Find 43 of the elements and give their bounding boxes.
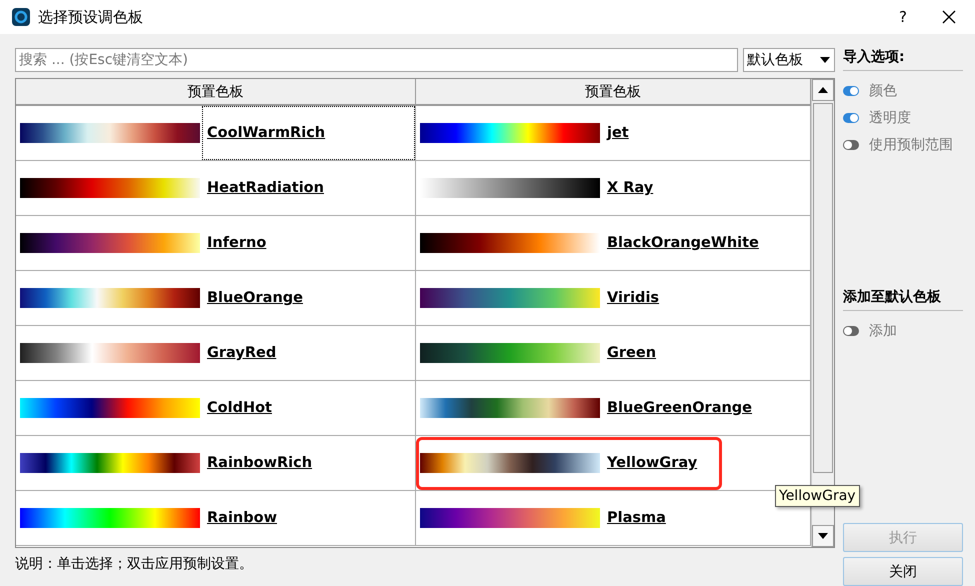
scroll-up-button[interactable] <box>812 79 834 101</box>
toggle-switch[interactable] <box>843 86 859 96</box>
palette-name[interactable]: Rainbow <box>202 491 282 545</box>
up-arrow-icon <box>818 87 828 93</box>
palette-name[interactable]: X Ray <box>602 161 658 215</box>
tooltip: YellowGray <box>775 485 860 507</box>
column-header[interactable]: 预置色板 <box>416 79 811 106</box>
toggle-switch[interactable] <box>843 140 859 150</box>
toggle-switch[interactable] <box>843 112 859 122</box>
help-button[interactable]: ? <box>883 8 923 26</box>
palette-name[interactable]: Green <box>602 326 662 380</box>
usage-hint: 说明：单击选择；双击应用预制设置。 <box>15 555 254 573</box>
palette-name[interactable]: YellowGray <box>602 436 702 490</box>
palette-name[interactable]: jet <box>602 106 634 160</box>
scroll-down-button[interactable] <box>812 525 834 547</box>
app-logo-icon <box>12 8 30 26</box>
toggle-label: 添加 <box>869 322 897 340</box>
toggle-switch[interactable] <box>843 326 859 336</box>
preset-dropdown[interactable]: 默认色板 <box>743 48 835 72</box>
palette-name[interactable]: ColdHot <box>202 381 277 435</box>
dropdown-arrow-icon <box>820 57 830 63</box>
close-icon <box>942 10 956 24</box>
palette-name[interactable]: Inferno <box>202 216 272 270</box>
toggle-label: 使用预制范围 <box>869 136 953 154</box>
section-title: 导入选项: <box>843 48 963 71</box>
palette-name[interactable]: GrayRed <box>202 326 282 380</box>
palette-name[interactable]: Viridis <box>602 271 664 325</box>
section-title: 添加至默认色板 <box>843 288 963 311</box>
palette-name[interactable]: BlueOrange <box>202 271 308 325</box>
toggle-label: 透明度 <box>869 108 911 126</box>
palette-name[interactable]: RainbowRich <box>202 436 318 490</box>
toggle-label: 颜色 <box>869 82 897 100</box>
down-arrow-icon <box>818 533 828 539</box>
palette-name[interactable]: BlackOrangeWhite <box>602 216 764 270</box>
window-title: 选择预设调色板 <box>38 8 144 26</box>
column-header[interactable]: 预置色板 <box>16 79 416 106</box>
dialog-button[interactable]: 关闭 <box>843 557 963 586</box>
palette-name[interactable]: CoolWarmRich <box>202 106 415 160</box>
search-field[interactable]: 搜索 ... (按Esc键清空文本) <box>15 48 738 72</box>
scrollbar-thumb[interactable] <box>813 103 833 473</box>
palette-name[interactable]: Plasma <box>602 491 671 545</box>
palette-name[interactable]: BlueGreenOrange <box>602 381 758 435</box>
palette-name[interactable]: HeatRadiation <box>202 161 329 215</box>
